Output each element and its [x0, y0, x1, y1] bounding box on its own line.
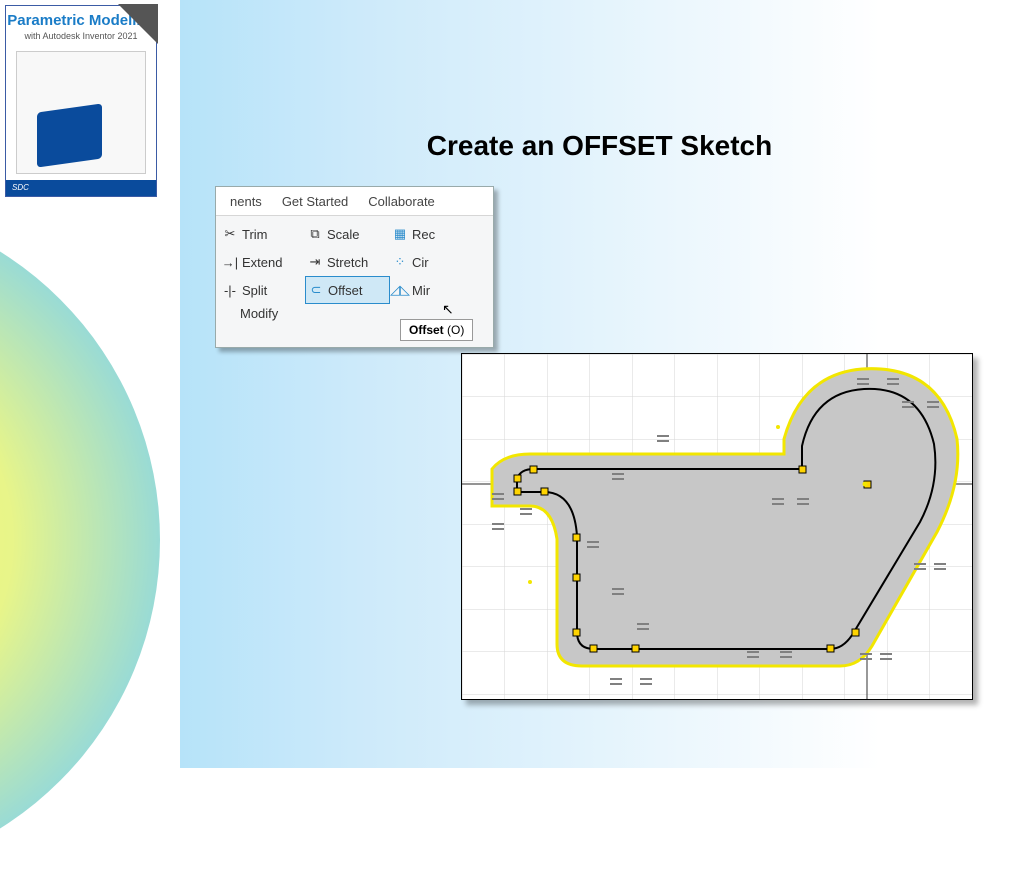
- circ-label: Cir: [412, 255, 429, 270]
- stretch-icon: ⇥: [305, 254, 325, 270]
- cursor-icon: ↖: [442, 301, 454, 318]
- offset-label: Offset: [328, 283, 362, 298]
- mirror-icon: ◿◺: [390, 282, 410, 298]
- trim-button[interactable]: ✂ Trim: [220, 220, 305, 248]
- offset-tooltip: Offset (O): [400, 319, 473, 341]
- tab-collaborate[interactable]: Collaborate: [368, 194, 435, 209]
- extend-icon: →|: [220, 255, 240, 270]
- stretch-button[interactable]: ⇥ Stretch: [305, 248, 390, 276]
- scale-icon: ⧉: [305, 226, 325, 242]
- book-cover-image: [16, 51, 146, 174]
- split-button[interactable]: -|- Split: [220, 276, 305, 304]
- sketch-svg: [462, 354, 972, 699]
- ribbon-panel-screenshot: nents Get Started Collaborate ✂ Trim ⧉ S…: [215, 186, 494, 348]
- rectangular-pattern-button[interactable]: ▦ Rec: [390, 220, 475, 248]
- mirror-label: Mir: [412, 283, 430, 298]
- ribbon-tabs: nents Get Started Collaborate: [216, 187, 493, 216]
- stretch-label: Stretch: [327, 255, 368, 270]
- rect-label: Rec: [412, 227, 435, 242]
- slide-title: Create an OFFSET Sketch: [215, 130, 984, 162]
- book-publisher: SDC: [6, 180, 156, 196]
- offset-icon: ⊂: [306, 282, 326, 298]
- trim-label: Trim: [242, 227, 268, 242]
- tab-environments-partial[interactable]: nents: [230, 194, 262, 209]
- rect-pattern-icon: ▦: [390, 226, 410, 242]
- sketch-canvas: [461, 353, 973, 700]
- scale-label: Scale: [327, 227, 360, 242]
- tab-get-started[interactable]: Get Started: [282, 194, 348, 209]
- tooltip-shortcut: (O): [447, 323, 464, 337]
- mirror-button[interactable]: ◿◺ Mir: [390, 276, 475, 304]
- extend-button[interactable]: →| Extend: [220, 248, 305, 276]
- extend-label: Extend: [242, 255, 282, 270]
- split-icon: -|-: [220, 283, 240, 298]
- scale-button[interactable]: ⧉ Scale: [305, 220, 390, 248]
- circular-pattern-button[interactable]: ⁘ Cir: [390, 248, 475, 276]
- scissors-icon: ✂: [220, 226, 240, 242]
- split-label: Split: [242, 283, 267, 298]
- tooltip-command: Offset: [409, 323, 444, 337]
- corner-ribbon: [118, 4, 158, 44]
- circ-pattern-icon: ⁘: [390, 254, 410, 270]
- offset-button[interactable]: ⊂ Offset: [305, 276, 390, 304]
- book-cover: Parametric Modeling with Autodesk Invent…: [5, 5, 157, 197]
